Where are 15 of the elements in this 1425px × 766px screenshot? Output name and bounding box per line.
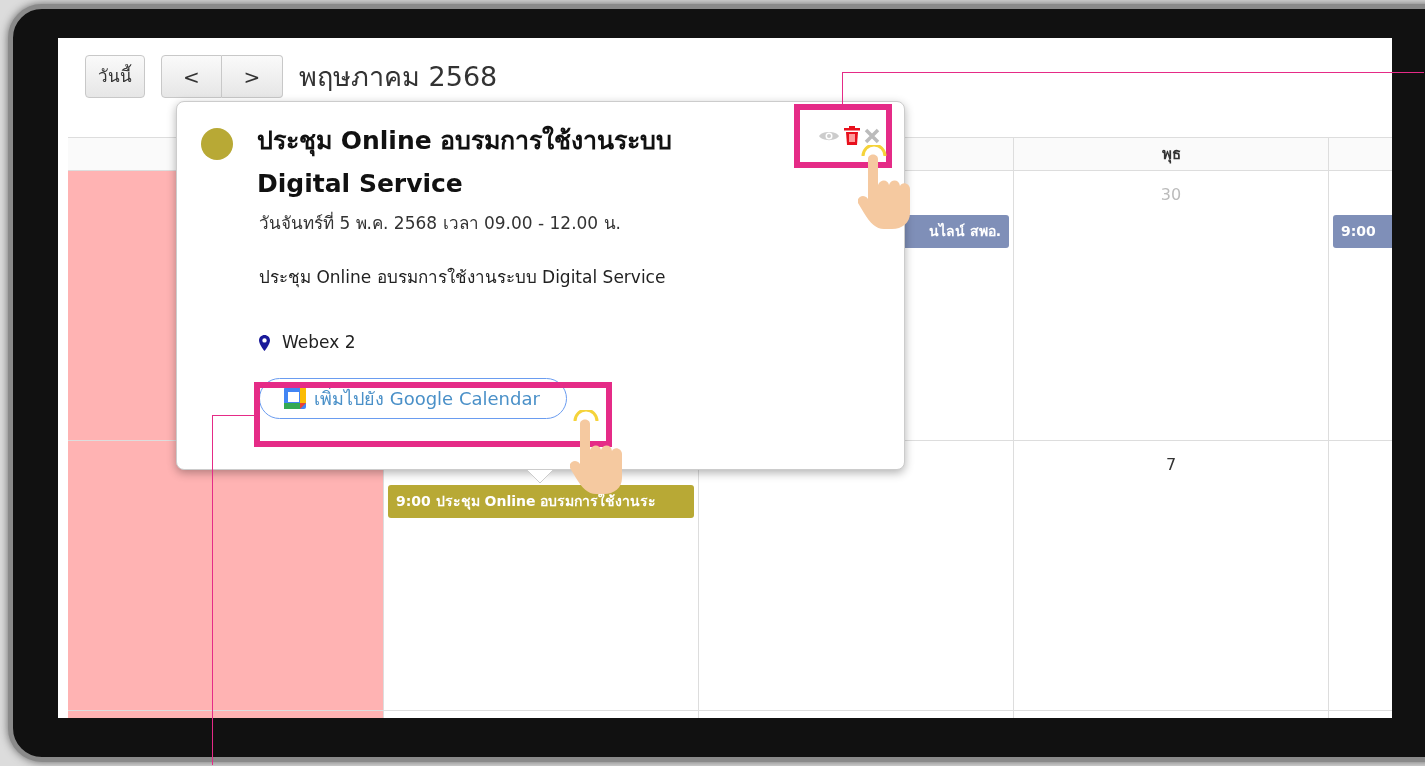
today-button[interactable]: วันนี้ [85,55,145,98]
previous-button[interactable]: < [161,55,222,98]
event-location: Webex 2 [282,331,356,354]
event-date-time: วันจันทร์ที่ 5 พ.ค. 2568 เวลา 09.00 - 12.00 น. [259,211,622,235]
month-title: พฤษภาคม 2568 [299,60,498,94]
next-button[interactable]: > [222,55,283,98]
calendar-app-icon [284,387,306,409]
day-number: 7 [1164,454,1178,476]
event-description: ประชุม Online อบรมการใช้งานระบบ Digital Service [259,265,667,290]
event-title: ประชุม Online อบรมการใช้งานระบบ Digital Service [257,124,674,200]
close-icon[interactable] [864,127,880,144]
location-pin-icon [259,334,270,351]
delete-icon[interactable] [844,126,860,145]
day-number: 30 [1159,184,1183,206]
weekday-header: พุธ [1014,138,1329,171]
